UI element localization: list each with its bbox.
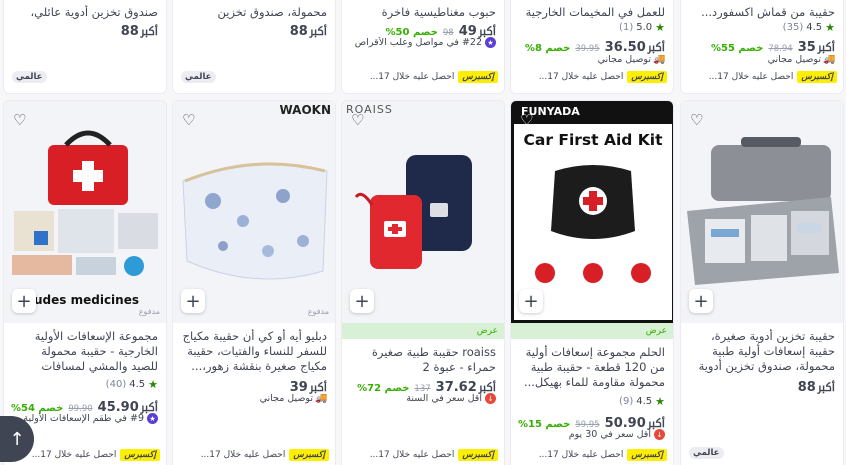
image-overlay-text: udes medicines xyxy=(34,293,139,307)
product-card[interactable]: صندوق تخزين أدوية عائلي، حقي... ﷳ88 عالم… xyxy=(3,0,167,94)
express-delivery: إكسبرس احصل عليه خلال 17... xyxy=(179,449,329,461)
global-badge: عالمي xyxy=(689,447,724,459)
product-image[interactable]: ♡ ROAISS + xyxy=(342,101,504,323)
product-title[interactable]: حقيبة من قماش اكسفورد... xyxy=(689,5,835,20)
rating: ★ 5.0 (1) xyxy=(619,21,665,34)
product-card[interactable]: ♡ ROAISS + عرض roaiss حقيبة طبية صغيرة ح… xyxy=(341,100,505,465)
product-title[interactable]: حبوب مغناطيسية فاخرة صباحًا... xyxy=(350,5,496,20)
brand-watermark: WAOKN xyxy=(279,103,331,117)
bestseller-note: ★ #9 في طقم الإسعافات الأولية xyxy=(12,413,158,424)
truck-icon: 🚚 xyxy=(653,54,665,65)
rating: ★ 4.5 (35) xyxy=(782,21,835,34)
price-row: ﷳ88 xyxy=(689,377,835,398)
offer-strip: عرض xyxy=(511,323,673,339)
truck-icon: 🚚 xyxy=(823,54,835,65)
price-row: ﷳ88 xyxy=(181,21,327,42)
add-to-cart-plus-icon[interactable]: + xyxy=(12,289,36,313)
product-image[interactable]: ♡ udes medicines + مدفوع xyxy=(4,101,166,323)
rating: ★ 4.5 (40) xyxy=(105,378,158,391)
discount-label: خصم 55% xyxy=(711,43,764,54)
arrow-up-icon: ↑ xyxy=(9,428,25,450)
price-row: ﷳ88 xyxy=(12,21,158,42)
arrow-down-icon: ↓ xyxy=(485,393,496,404)
add-to-cart-plus-icon[interactable]: + xyxy=(181,289,205,313)
express-delivery: إكسبرس احصل عليه خلال 17... xyxy=(10,449,160,461)
add-to-cart-plus-icon[interactable]: + xyxy=(519,289,543,313)
product-image[interactable]: FUNYADA Car First Aid Kit ♡ + xyxy=(511,101,673,323)
price: ﷳ88 xyxy=(797,380,835,395)
product-column-4: للعمل في المخيمات الخارجية ★ 5.0 (1) ﷳ36.5… xyxy=(510,0,674,465)
shipping-note: 🚚 توصيل مجاني xyxy=(259,393,327,404)
arrow-down-icon: ↓ xyxy=(654,429,665,440)
star-icon: ★ xyxy=(655,21,665,34)
express-badge: إكسبرس xyxy=(289,449,329,461)
product-title[interactable]: محمولة، صندوق تخزين للأدوية... xyxy=(181,5,327,20)
wishlist-heart-icon[interactable]: ♡ xyxy=(182,111,200,129)
express-badge: إكسبرس xyxy=(627,449,667,461)
shipping-note: 🚚 توصيل مجاني xyxy=(597,54,665,65)
product-card[interactable]: ♡ + حقيبة تخزين أدوية صغيرة، حقيبة إسعاف… xyxy=(680,100,844,465)
product-column-5: حقيبة من قماش اكسفورد... ★ 4.5 (35) ﷳ35 78… xyxy=(680,0,844,465)
truck-icon: 🚚 xyxy=(315,393,327,404)
star-badge-icon: ★ xyxy=(485,37,496,48)
bestseller-note: ★ #22 في مواصل وعلب الأقراص xyxy=(350,37,496,48)
add-to-cart-plus-icon[interactable]: + xyxy=(689,289,713,313)
wishlist-heart-icon[interactable]: ♡ xyxy=(13,111,31,129)
express-delivery: إكسبرس احصل عليه خلال 17... xyxy=(517,71,667,83)
image-overlay-text: Car First Aid Kit xyxy=(523,131,663,149)
brand-watermark: ROAISS xyxy=(346,103,393,116)
shipping-note: 🚚 توصيل مجاني xyxy=(767,54,835,65)
product-title[interactable]: حقيبة تخزين أدوية صغيرة، حقيبة إسعافات أ… xyxy=(689,329,835,374)
global-badge: عالمي xyxy=(12,71,47,83)
lowest-price-note: ↓ أقل سعر في 30 يوم xyxy=(519,429,665,440)
star-icon: ★ xyxy=(148,378,158,391)
product-card[interactable]: FUNYADA Car First Aid Kit ♡ + عرض الحلم … xyxy=(510,100,674,465)
express-delivery: إكسبرس احصل عليه خلال 17... xyxy=(517,449,667,461)
wishlist-heart-icon[interactable]: ♡ xyxy=(520,111,538,129)
wishlist-heart-icon[interactable]: ♡ xyxy=(690,111,708,129)
product-column-1: صندوق تخزين أدوية عائلي، حقي... ﷳ88 عالم… xyxy=(3,0,167,465)
product-title[interactable]: الحلم مجموعة إسعافات أولية من 120 قطعة -… xyxy=(519,345,665,390)
price: ﷳ88 xyxy=(120,24,158,39)
product-card[interactable]: للعمل في المخيمات الخارجية ★ 5.0 (1) ﷳ36.5… xyxy=(510,0,674,94)
product-grid: صندوق تخزين أدوية عائلي، حقي... ﷳ88 عالم… xyxy=(0,0,846,465)
global-badge: عالمي xyxy=(181,71,216,83)
sponsored-label: مدفوع xyxy=(307,307,329,316)
express-badge: إكسبرس xyxy=(797,71,837,83)
product-column-2: محمولة، صندوق تخزين للأدوية... ﷳ88 عالمي xyxy=(172,0,336,465)
product-title[interactable]: roaiss حقيبة طبية صغيرة حمراء - عبوة 2 xyxy=(350,345,496,375)
old-price: 39.95 xyxy=(575,44,600,54)
express-delivery: إكسبرس احصل عليه خلال 17... xyxy=(348,449,498,461)
product-title[interactable]: دبليو أيه أو كي أن حقيبة مكياج للسفر للن… xyxy=(181,329,327,374)
old-price: 78.94 xyxy=(768,44,793,54)
star-badge-icon: ★ xyxy=(147,413,158,424)
product-card[interactable]: محمولة، صندوق تخزين للأدوية... ﷳ88 عالمي xyxy=(172,0,336,94)
price: ﷳ88 xyxy=(289,24,327,39)
product-card[interactable]: ♡ udes medicines + مدفوع مجموعة الإسعافا… xyxy=(3,100,167,465)
rating: ★ 4.5 (9) xyxy=(619,395,665,408)
product-image[interactable]: ♡ + xyxy=(681,101,843,323)
star-icon: ★ xyxy=(655,395,665,408)
lowest-price-note: ↓ أقل سعر في السنة xyxy=(350,393,496,404)
star-icon: ★ xyxy=(825,21,835,34)
product-image[interactable]: ♡ WAOKN + مدفوع xyxy=(173,101,335,323)
sponsored-label: مدفوع xyxy=(138,307,160,316)
express-badge: إكسبرس xyxy=(627,71,667,83)
product-card[interactable]: حبوب مغناطيسية فاخرة صباحًا... ﷳ49 98 خص… xyxy=(341,0,505,94)
express-delivery: إكسبرس احصل عليه خلال 17... xyxy=(348,71,498,83)
express-badge: إكسبرس xyxy=(458,449,498,461)
express-badge: إكسبرس xyxy=(458,71,498,83)
add-to-cart-plus-icon[interactable]: + xyxy=(350,289,374,313)
express-badge: إكسبرس xyxy=(120,449,160,461)
product-title[interactable]: للعمل في المخيمات الخارجية xyxy=(519,5,665,20)
product-card[interactable]: حقيبة من قماش اكسفورد... ★ 4.5 (35) ﷳ35 78… xyxy=(680,0,844,94)
product-title[interactable]: مجموعة الإسعافات الأولية الخارجية - حقيب… xyxy=(12,329,158,374)
product-title[interactable]: صندوق تخزين أدوية عائلي، حقي... xyxy=(12,5,158,20)
product-card[interactable]: ♡ WAOKN + مدفوع دبليو أيه أو كي أن حقيبة… xyxy=(172,100,336,465)
discount-label: خصم 8% xyxy=(524,43,571,54)
express-delivery: إكسبرس احصل عليه خلال 17... xyxy=(687,71,837,83)
product-column-3: حبوب مغناطيسية فاخرة صباحًا... ﷳ49 98 خص… xyxy=(341,0,505,465)
offer-strip: عرض xyxy=(342,323,504,339)
